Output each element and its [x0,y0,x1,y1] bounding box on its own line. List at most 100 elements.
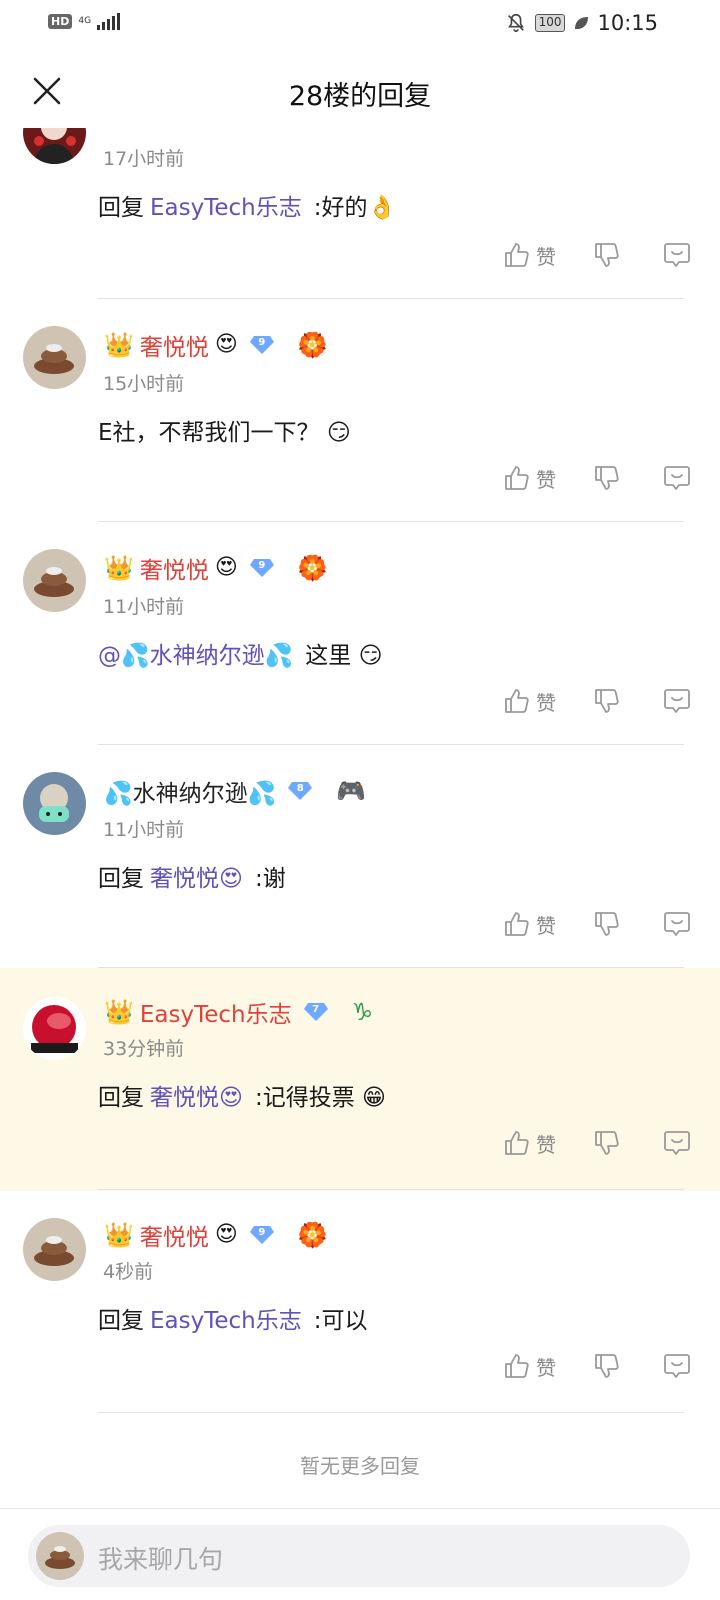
reply-button[interactable] [662,240,692,270]
level-number: 9 [258,560,266,571]
level-badge-icon: 9 [249,335,274,355]
thumbs-up-icon [505,243,529,267]
user-emoji: 😍 [214,332,238,357]
comment-content: E社，不帮我们一下？ 😏 [98,413,351,447]
mention-link[interactable]: @💦水神纳尔逊💦 [98,636,293,670]
comment-actions: 赞 [502,1351,692,1381]
comment-text: E社，不帮我们一下？ 😏 [98,420,351,446]
like-label: 赞 [536,1355,556,1380]
thumbs-down-icon [595,243,619,267]
comment-text: :记得投票 😁 [254,1085,387,1111]
dislike-button[interactable] [592,240,622,270]
user-line: 💦水神纳尔逊💦 8 🎮 [104,774,366,808]
thumbs-up-icon [505,1354,529,1378]
thumbs-down-icon [595,1354,619,1378]
list-item: 👑 奢悦悦 😍 9 🏵️ 4秒前 回复 EasyTech乐志 :可以 赞 [0,1191,720,1414]
comment-content: 回复 奢悦悦😍 :记得投票 😁 [98,1078,386,1112]
like-button[interactable]: 赞 [502,1351,556,1381]
mention-link[interactable]: EasyTech乐志 [150,188,302,222]
comment-text: :可以 [313,1308,368,1334]
comment-input[interactable]: 我来聊几句 [28,1525,690,1587]
username[interactable]: 奢悦悦 [140,551,209,585]
hd-badge: HD [48,13,73,29]
username[interactable]: 奢悦悦 [140,1218,209,1252]
reply-prefix: 回复 [98,1308,144,1334]
level-badge-icon: 8 [288,781,313,801]
medal-icon: 🎮 [336,777,367,805]
dislike-button[interactable] [592,1351,622,1381]
network-type: 4G [78,15,92,26]
crown-icon: 👑 [104,998,134,1026]
list-item: 👑 奢悦悦 😍 9 🏵️ 15小时前 E社，不帮我们一下？ 😏 赞 [0,303,720,526]
mention-link[interactable]: 奢悦悦😍 [150,1078,243,1112]
level-number: 9 [258,337,266,348]
crown-icon: 👑 [104,1221,134,1249]
avatar[interactable] [23,549,86,612]
dislike-button[interactable] [592,1128,622,1158]
user-line: 👑 EasyTech乐志 7 ♑ [104,995,373,1029]
username[interactable]: 奢悦悦 [140,328,209,362]
thumbs-down-icon [595,689,619,713]
user-emoji: 😍 [214,1222,238,1247]
avatar [36,1532,84,1580]
username[interactable]: 💦水神纳尔逊💦 [104,774,276,808]
clock: 10:15 [597,11,658,35]
comment-actions: 赞 [502,240,692,270]
comment-icon [664,912,690,936]
like-button[interactable]: 赞 [502,909,556,939]
thumbs-up-icon [505,1131,529,1155]
reply-button[interactable] [662,463,692,493]
medal-icon: ♑ [351,998,374,1026]
like-button[interactable]: 赞 [502,1128,556,1158]
input-placeholder: 我来聊几句 [98,1545,224,1574]
mention-link[interactable]: EasyTech乐志 [150,1301,302,1335]
user-line: 👑 奢悦悦 😍 9 🏵️ [104,1218,328,1252]
signal-icon [97,12,121,30]
avatar[interactable] [23,128,86,164]
reply-button[interactable] [662,1351,692,1381]
dislike-button[interactable] [592,909,622,939]
like-label: 赞 [536,913,556,938]
like-button[interactable]: 赞 [502,240,556,270]
avatar[interactable] [23,997,86,1060]
reply-prefix: 回复 [98,1085,144,1111]
thumbs-down-icon [595,912,619,936]
reply-button[interactable] [662,686,692,716]
divider [98,521,684,522]
comment-text: :好的👌 [313,195,397,221]
like-button[interactable]: 赞 [502,686,556,716]
like-button[interactable]: 赞 [502,463,556,493]
thumbs-up-icon [505,466,529,490]
status-right: 100 10:15 [505,11,658,35]
avatar[interactable] [23,326,86,389]
comment-content: 回复 EasyTech乐志 :好的👌 [98,188,396,222]
thumbs-down-icon [595,1131,619,1155]
dislike-button[interactable] [592,463,622,493]
thumbs-down-icon [595,466,619,490]
user-line: 👑 奢悦悦 😍 9 🏵️ [104,551,328,585]
comment-actions: 赞 [502,686,692,716]
username[interactable]: EasyTech乐志 [140,995,292,1029]
status-left: HD 4G [48,12,121,30]
comment-composer: 我来聊几句 [0,1508,720,1600]
comment-icon [664,689,690,713]
comment-content: 回复 奢悦悦😍 :谢 [98,859,286,893]
mention-link[interactable]: 奢悦悦😍 [150,859,243,893]
avatar[interactable] [23,772,86,835]
time-ago: 17小时前 [103,148,185,170]
time-ago: 15小时前 [103,373,185,395]
level-badge-icon: 9 [249,1225,274,1245]
divider [98,1189,684,1190]
avatar[interactable] [23,1218,86,1281]
battery-icon: 100 [534,14,566,32]
list-item-highlighted: 👑 EasyTech乐志 7 ♑ 33分钟前 回复 奢悦悦😍 :记得投票 😁 赞 [0,968,720,1191]
reply-list[interactable]: 17小时前 回复 EasyTech乐志 :好的👌 赞 👑 奢悦悦 😍 9 🏵️ … [0,128,720,1506]
divider [98,744,684,745]
reply-button[interactable] [662,909,692,939]
level-badge-icon: 9 [249,558,274,578]
comment-actions: 赞 [502,909,692,939]
dislike-button[interactable] [592,686,622,716]
time-ago: 4秒前 [103,1261,154,1283]
like-label: 赞 [536,1132,556,1157]
reply-button[interactable] [662,1128,692,1158]
